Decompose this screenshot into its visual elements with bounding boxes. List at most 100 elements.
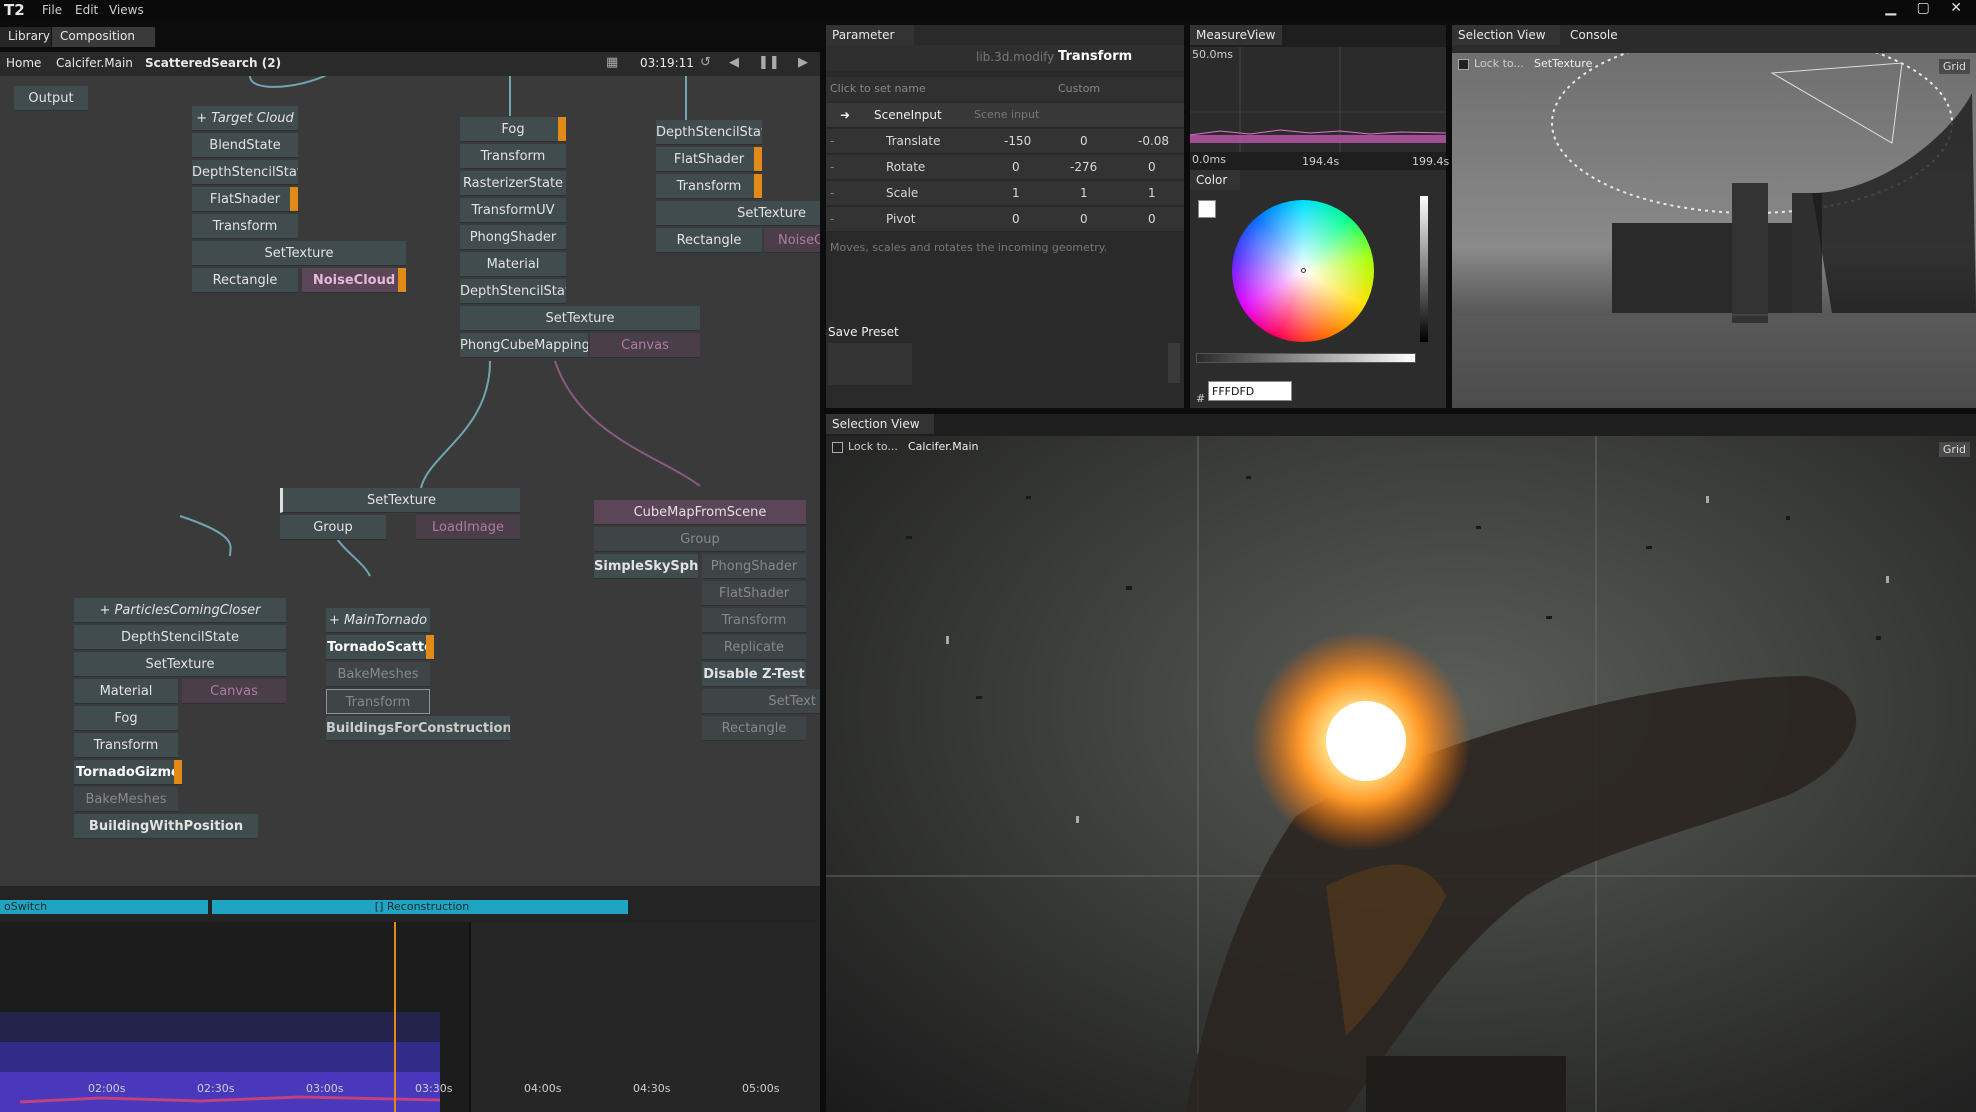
grid-button[interactable]: Grid: [1938, 442, 1970, 457]
node-rectangle-e[interactable]: Rectangle: [702, 716, 806, 741]
node-transform-b[interactable]: Transform: [460, 144, 566, 169]
node-material-f[interactable]: Material: [74, 679, 178, 704]
timeline[interactable]: oSwitch [] Reconstruction 02:00s 02:30s …: [0, 886, 820, 1112]
custom-label[interactable]: Custom: [1058, 82, 1100, 95]
node-bakemeshes-f[interactable]: BakeMeshes: [74, 787, 178, 812]
tab-parameter[interactable]: Parameter: [826, 25, 914, 45]
lock-checkbox[interactable]: [1458, 59, 1469, 70]
node-maintornado[interactable]: + MainTornado: [326, 608, 430, 633]
param-row-translate[interactable]: - Translate -150 0 -0.08: [826, 129, 1184, 154]
tab-color[interactable]: Color: [1190, 170, 1240, 190]
step-back-icon[interactable]: ◀: [729, 55, 739, 70]
tab-console[interactable]: Console: [1564, 25, 1624, 45]
grid-button[interactable]: Grid: [1938, 59, 1970, 74]
node-fog-b[interactable]: Fog: [460, 117, 566, 142]
param-value[interactable]: 1: [1080, 186, 1088, 200]
node-disablez[interactable]: Disable Z-Test: [702, 662, 806, 687]
node-noise-c[interactable]: NoiseC: [764, 228, 820, 253]
param-value[interactable]: 0: [1148, 160, 1156, 174]
grid-toggle-icon[interactable]: ▦: [606, 55, 618, 70]
node-phongshader-b[interactable]: PhongShader: [460, 225, 566, 250]
play-icon[interactable]: ▶: [798, 55, 808, 70]
breadcrumb-home[interactable]: Home: [6, 56, 41, 70]
tab-library[interactable]: Library: [0, 27, 52, 47]
param-value[interactable]: 1: [1012, 186, 1020, 200]
node-phongcube[interactable]: PhongCubeMapping: [460, 333, 588, 358]
node-tornadoscatter[interactable]: TornadoScatte: [326, 635, 434, 660]
brightness-slider[interactable]: [1420, 196, 1428, 342]
color-wheel-cursor[interactable]: [1301, 268, 1306, 273]
node-transformuv[interactable]: TransformUV: [460, 198, 566, 223]
node-loadimage[interactable]: LoadImage: [416, 515, 520, 540]
tab-composition[interactable]: Composition: [52, 27, 156, 47]
node-particles[interactable]: + ParticlesComingCloser: [74, 598, 286, 623]
name-row[interactable]: Click to set name Custom: [826, 77, 1184, 101]
animate-icon[interactable]: -: [830, 212, 834, 226]
param-value[interactable]: 1: [1148, 186, 1156, 200]
param-value[interactable]: 0: [1012, 160, 1020, 174]
viewport-3d-top[interactable]: Lock to... SetTexture Grid: [1452, 53, 1976, 408]
node-flatshader-a[interactable]: FlatShader: [192, 187, 298, 212]
param-value[interactable]: 0: [1080, 134, 1088, 148]
node-transform-g[interactable]: Transform: [326, 689, 430, 714]
param-row-pivot[interactable]: - Pivot 0 0 0: [826, 207, 1184, 232]
tab-selection-view[interactable]: Selection View: [1452, 25, 1560, 45]
animate-icon[interactable]: -: [830, 134, 834, 148]
node-flatshader-e[interactable]: FlatShader: [702, 581, 806, 606]
preset-scrollbar[interactable]: [1168, 343, 1180, 383]
tab-selection-view[interactable]: Selection View: [826, 414, 934, 434]
node-cubemap[interactable]: CubeMapFromScene: [594, 500, 806, 525]
node-depthstencil-c[interactable]: DepthStencilState: [656, 120, 762, 145]
param-value[interactable]: 0: [1012, 212, 1020, 226]
node-settexture-f[interactable]: SetTexture: [74, 652, 286, 677]
node-replicate[interactable]: Replicate: [702, 635, 806, 660]
node-rectangle-c[interactable]: Rectangle: [656, 228, 762, 253]
color-swatch[interactable]: [1198, 200, 1216, 218]
node-rectangle-a[interactable]: Rectangle: [192, 268, 298, 293]
menu-edit[interactable]: Edit: [75, 3, 98, 17]
param-value[interactable]: -276: [1070, 160, 1097, 174]
param-value[interactable]: 0: [1148, 212, 1156, 226]
timeline-clip-switch[interactable]: oSwitch: [0, 900, 208, 914]
node-graph[interactable]: Output + Target Cloud BlendState DepthSt…: [0, 76, 820, 886]
node-buildingwithpos[interactable]: BuildingWithPosition: [74, 814, 258, 839]
node-transform-c[interactable]: Transform: [656, 174, 762, 199]
viewport-3d-main[interactable]: Lock to... Calcifer.Main Grid: [826, 436, 1976, 1112]
node-settex-e[interactable]: SetText: [702, 689, 820, 714]
measure-graph[interactable]: 50.0ms: [1189, 47, 1447, 152]
param-row-scale[interactable]: - Scale 1 1 1: [826, 181, 1184, 206]
node-material-b[interactable]: Material: [460, 252, 566, 277]
node-transform-e[interactable]: Transform: [702, 608, 806, 633]
node-settexture-a[interactable]: SetTexture: [192, 241, 406, 266]
node-bakemeshes-g[interactable]: BakeMeshes: [326, 662, 430, 687]
timeline-clip-reconstruction[interactable]: [] Reconstruction: [212, 900, 628, 914]
menu-file[interactable]: File: [42, 3, 62, 17]
tab-measureview[interactable]: MeasureView: [1190, 25, 1282, 45]
param-row-rotate[interactable]: - Rotate 0 -276 0: [826, 155, 1184, 180]
node-canvas-f[interactable]: Canvas: [182, 679, 286, 704]
window-controls[interactable]: ▁ ▢ ✕: [1885, 0, 1970, 16]
node-settexture-d[interactable]: SetTexture: [280, 488, 520, 513]
param-value[interactable]: -0.08: [1138, 134, 1169, 148]
node-depthstencil-f[interactable]: DepthStencilState: [74, 625, 286, 650]
node-blendstate[interactable]: BlendState: [192, 133, 298, 158]
lock-checkbox[interactable]: [832, 442, 843, 453]
node-output[interactable]: Output: [14, 86, 88, 111]
param-row-sceneinput[interactable]: ➜ SceneInput Scene input: [826, 103, 1184, 128]
name-placeholder[interactable]: Click to set name: [830, 82, 926, 95]
node-flatshader-c[interactable]: FlatShader: [656, 147, 762, 172]
node-group-e[interactable]: Group: [594, 527, 806, 552]
hex-input[interactable]: [1208, 381, 1292, 401]
animate-icon[interactable]: -: [830, 186, 834, 200]
node-fog-f[interactable]: Fog: [74, 706, 178, 731]
param-value[interactable]: -150: [1004, 134, 1031, 148]
menu-views[interactable]: Views: [109, 3, 144, 17]
pause-icon[interactable]: ❚❚: [758, 55, 780, 70]
preset-slot[interactable]: [828, 343, 912, 385]
alpha-slider[interactable]: [1196, 353, 1416, 363]
node-transform-f[interactable]: Transform: [74, 733, 178, 758]
node-rasterizer[interactable]: RasterizerState: [460, 171, 566, 196]
node-phongshader-e[interactable]: PhongShader: [702, 554, 806, 579]
node-canvas-b[interactable]: Canvas: [590, 333, 700, 358]
node-depthstencil-a[interactable]: DepthStencilState: [192, 160, 298, 185]
